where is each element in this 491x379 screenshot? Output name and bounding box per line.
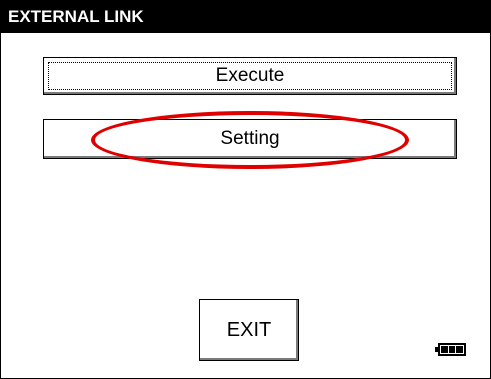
setting-button-label: Setting xyxy=(220,128,280,149)
exit-button[interactable]: EXIT xyxy=(199,299,299,361)
execute-button[interactable]: Execute xyxy=(43,57,457,95)
execute-button-label: Execute xyxy=(215,65,285,86)
window-title: EXTERNAL LINK xyxy=(1,1,490,33)
setting-button[interactable]: Setting xyxy=(43,119,457,159)
app-window: EXTERNAL LINK Execute Setting EXIT xyxy=(0,0,491,379)
battery-icon xyxy=(435,343,466,356)
exit-button-label: EXIT xyxy=(226,319,272,341)
